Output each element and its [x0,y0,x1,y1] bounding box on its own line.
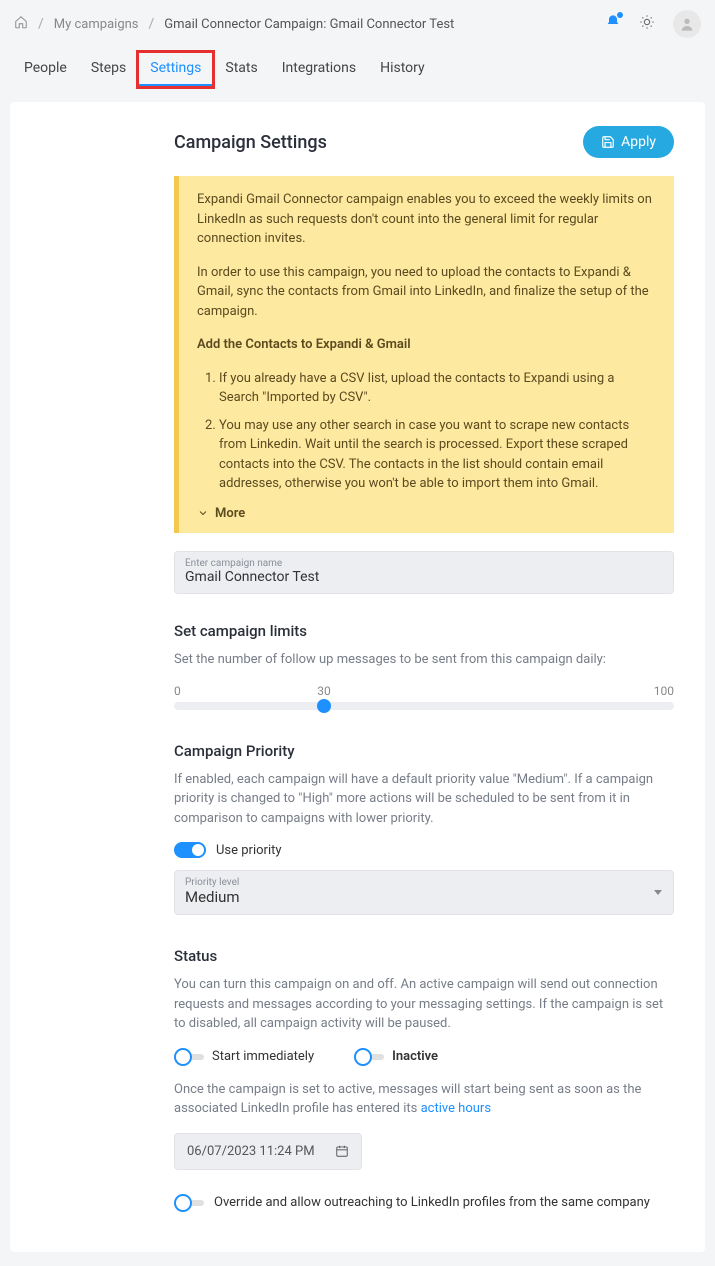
limits-title: Set campaign limits [174,622,674,640]
slider-max: 100 [654,684,674,698]
limits-slider[interactable] [174,702,674,710]
breadcrumb-current: Gmail Connector Campaign: Gmail Connecto… [164,17,454,32]
priority-desc: If enabled, each campaign will have a de… [174,770,674,829]
apply-button[interactable]: Apply [583,126,674,158]
tab-settings[interactable]: Settings [138,52,213,87]
info-li2: You may use any other search in case you… [219,416,656,494]
slider-value: 30 [317,684,331,698]
campaign-name-label: Enter campaign name [185,558,663,569]
bell-icon[interactable] [605,14,621,34]
chevron-down-icon [653,887,663,897]
apply-label: Apply [621,134,656,150]
avatar[interactable] [673,10,701,38]
breadcrumb-root[interactable]: My campaigns [54,17,139,32]
slider-thumb[interactable] [317,699,331,713]
more-label: More [215,504,245,524]
priority-level-select[interactable]: Priority level Medium [174,870,674,915]
priority-level-value: Medium [185,888,240,906]
theme-icon[interactable] [639,14,655,34]
status-note: Once the campaign is set to active, mess… [174,1080,674,1119]
override-option[interactable]: Override and allow outreaching to Linked… [174,1194,674,1212]
status-opt2-label: Inactive [392,1049,438,1064]
tabs: People Steps Settings Stats Integrations… [0,44,715,88]
info-p2: In order to use this campaign, you need … [197,263,656,322]
info-li1: If you already have a CSV list, upload t… [219,369,656,408]
breadcrumb-sep: / [149,16,155,32]
breadcrumb-sep: / [38,16,44,32]
date-field[interactable]: 06/07/2023 11:24 PM [174,1133,362,1170]
active-hours-link[interactable]: active hours [421,1101,491,1116]
page-title: Campaign Settings [174,132,327,153]
priority-title: Campaign Priority [174,742,674,760]
tab-people[interactable]: People [12,52,79,87]
tab-history[interactable]: History [368,52,437,87]
priority-level-label: Priority level [185,877,240,888]
slider-min: 0 [174,684,181,698]
status-opt1-label: Start immediately [212,1049,314,1064]
campaign-name-field[interactable]: Enter campaign name [174,551,674,594]
info-box: Expandi Gmail Connector campaign enables… [174,176,674,533]
use-priority-label: Use priority [216,843,282,858]
home-icon[interactable] [14,15,28,33]
use-priority-toggle[interactable] [174,842,206,858]
info-heading: Add the Contacts to Expandi & Gmail [197,337,411,352]
chevron-down-icon [197,507,209,519]
more-toggle[interactable]: More [197,504,656,524]
tab-stats[interactable]: Stats [213,52,269,87]
date-value: 06/07/2023 11:24 PM [187,1144,315,1159]
limits-desc: Set the number of follow up messages to … [174,650,674,670]
tab-steps[interactable]: Steps [79,52,138,87]
status-title: Status [174,947,674,965]
campaign-name-input[interactable] [185,569,663,585]
info-p1: Expandi Gmail Connector campaign enables… [197,190,656,249]
tab-integrations[interactable]: Integrations [270,52,368,87]
override-label: Override and allow outreaching to Linked… [214,1195,650,1210]
calendar-icon [335,1144,349,1158]
status-inactive[interactable]: Inactive [354,1048,438,1066]
status-start-immediately[interactable]: Start immediately [174,1048,314,1066]
